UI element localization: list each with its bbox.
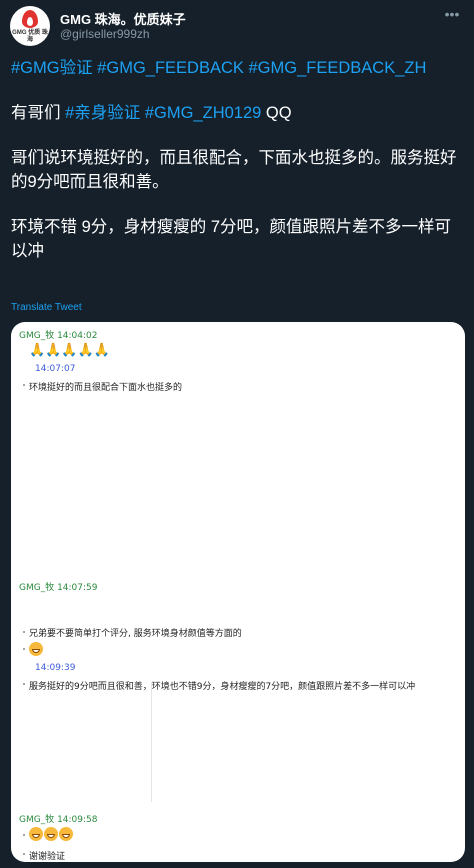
grin-emoji-icon: [29, 642, 44, 656]
msg2-header: GMG_牧 14:07:59: [19, 583, 98, 593]
hashtag-personal-verify[interactable]: #亲身验证: [65, 104, 140, 122]
msg2-text: 兄弟要不要简单打个评分, 服务环境身材颜值等方面的: [29, 629, 242, 639]
msg1-time: 14:07:07: [35, 364, 76, 374]
line2-suffix: QQ: [261, 104, 292, 122]
more-icon[interactable]: •••: [440, 6, 464, 30]
praying-hands-icons: 🙏🙏🙏🙏🙏: [29, 343, 110, 358]
msg1-header: GMG_牧 14:04:02: [19, 331, 98, 341]
divider: [151, 682, 152, 802]
flame-logo-icon: [22, 10, 38, 28]
hashtag-gmg-zh0129[interactable]: #GMG_ZH0129: [145, 104, 261, 122]
hashtag-gmg-verify[interactable]: #GMG验证: [11, 59, 93, 77]
tags-line: #GMG验证 #GMG_FEEDBACK #GMG_FEEDBACK_ZH: [11, 56, 467, 80]
tweet-line-2: 有哥们 #亲身验证 #GMG_ZH0129 QQ: [11, 101, 467, 125]
msg3-text: 谢谢验证: [29, 852, 66, 862]
msg2-time: 14:09:39: [35, 663, 76, 673]
grin-emoji-icons: [29, 827, 74, 841]
tweet-header: GMG 优质 珠海 GMG 珠海。优质妹子 @girlseller999zh •…: [10, 6, 464, 46]
translate-tweet-link[interactable]: Translate Tweet: [11, 302, 82, 313]
tweet-paragraph-1: 哥们说环境挺好的，而且很配合，下面水也挺多的。服务挺好的9分吧而且很和善。: [11, 149, 457, 191]
hashtag-gmg-feedback[interactable]: #GMG_FEEDBACK: [97, 59, 244, 77]
line2-prefix: 有哥们: [11, 104, 66, 122]
msg3-header: GMG_牧 14:09:58: [19, 815, 98, 825]
avatar-text: GMG 优质 珠海: [12, 30, 48, 43]
tweet-paragraph-2: 环境不错 9分，身材瘦瘦的 7分吧，颜值跟照片差不多一样可以冲: [11, 218, 452, 260]
chat-screenshot-image[interactable]: GMG_牧 14:04:02 🙏🙏🙏🙏🙏 14:07:07 环境挺好的而且很配合…: [11, 322, 465, 862]
account-name[interactable]: GMG 珠海。优质妹子: [60, 9, 186, 28]
avatar[interactable]: GMG 优质 珠海: [10, 6, 50, 46]
hashtag-gmg-feedback-zh[interactable]: #GMG_FEEDBACK_ZH: [249, 59, 427, 77]
msg2-text2: 服务挺好的9分吧而且很和善，环境也不错9分，身材瘦瘦的7分吧，颜值跟照片差不多一…: [29, 682, 416, 692]
account-handle[interactable]: @girlseller999zh: [60, 27, 150, 41]
tweet-text: #GMG验证 #GMG_FEEDBACK #GMG_FEEDBACK_ZH 有哥…: [11, 56, 467, 263]
msg1-text: 环境挺好的而且很配合下面水也挺多的: [29, 383, 183, 393]
